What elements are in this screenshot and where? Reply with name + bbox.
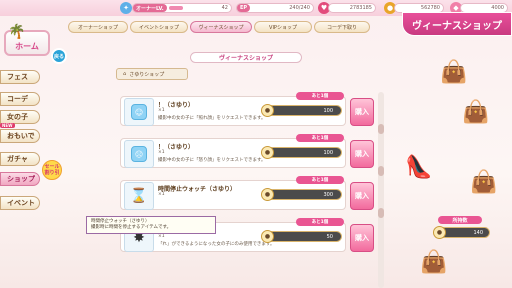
- sidebar-item-event[interactable]: イベント: [0, 196, 40, 210]
- price-value: 100: [323, 149, 333, 156]
- item-name: 時間停止ウォッチ（さゆり）: [158, 186, 237, 193]
- remaining-badge: あと1個: [296, 218, 344, 226]
- owner-level-progress: [169, 6, 183, 10]
- bg-bag-icon: 👜: [462, 100, 490, 125]
- list-item: ⌛ 時間停止ウォッチ（さゆり） ×1 あと1個 ● 300 購入: [116, 176, 394, 214]
- tab-vip-shop[interactable]: VIPショップ: [254, 21, 312, 33]
- currency1-value: 2783185: [349, 5, 372, 11]
- price-value: 50: [326, 233, 333, 240]
- item-price: ● 50: [261, 230, 342, 243]
- currency1-display: 2783185: [328, 3, 376, 13]
- item-tooltip: 時間停止ウォッチ（さゆり） 撮影時に時間を停止するアイテムです。: [86, 216, 216, 234]
- bg-bag-icon: 👜: [420, 250, 448, 275]
- sidebar-item-fes[interactable]: フェス: [0, 70, 40, 84]
- item-quantity: ×1: [158, 108, 165, 113]
- list-item: ☺ ！（さゆり） ×1 撮影中の女の子に「照れ顔」をリクエストできます。 あと1…: [116, 92, 394, 130]
- new-badge: NEW: [0, 123, 15, 128]
- buy-button[interactable]: 購入: [350, 140, 374, 168]
- sale-badge: セール 割り引: [42, 160, 62, 180]
- tab-venus-shop[interactable]: ヴィーナスショップ: [190, 21, 252, 33]
- coin-icon: ●: [261, 104, 274, 117]
- owner-icon: ✦: [120, 2, 132, 14]
- buy-button[interactable]: 購入: [350, 224, 374, 252]
- tooltip-text: 撮影時に時間を停止するアイテムです。: [91, 225, 172, 230]
- sidebar-item-girls[interactable]: 女の子: [0, 110, 40, 124]
- tab-trade-in[interactable]: コーデ下取り: [314, 21, 370, 33]
- remaining-badge: あと1個: [296, 134, 344, 142]
- coin-icon: ●: [261, 146, 274, 159]
- bg-bag-icon: 👜: [440, 60, 468, 85]
- owned-coins-number: 140: [473, 229, 483, 236]
- ep-display: EP 240/240: [236, 3, 314, 13]
- item-description: 撮影中の女の子に「照れ顔」をリクエストできます。: [158, 116, 266, 121]
- owned-coins-value: ● 140: [433, 226, 490, 239]
- blush-face-icon: ☺: [131, 104, 147, 120]
- tab-sayuri-shop[interactable]: ⌂ さゆりショップ: [116, 68, 188, 80]
- owner-level-value: 42: [221, 5, 228, 11]
- price-value: 100: [323, 107, 333, 114]
- coin-icon: ●: [261, 230, 274, 243]
- panel-title: ヴィーナスショップ: [190, 52, 302, 63]
- angry-face-icon: ☹: [131, 146, 147, 162]
- item-description: 「れ」ができるようになった女の子にのみ使用できます。: [158, 242, 275, 247]
- bg-heel-icon: 👠: [405, 155, 433, 180]
- sidebar-item-gacha[interactable]: ガチャ: [0, 152, 40, 166]
- item-quantity: ×1: [158, 150, 165, 155]
- coin-icon: ●: [433, 226, 446, 239]
- price-value: 300: [323, 191, 333, 198]
- item-quantity: ×1: [158, 234, 165, 239]
- sidebar-item-shop[interactable]: ショップ: [0, 172, 40, 186]
- buy-button[interactable]: 購入: [350, 98, 374, 126]
- sidebar-item-coordinate[interactable]: コーデ: [0, 92, 40, 106]
- sidebar-item-memories[interactable]: おもいで: [0, 129, 40, 143]
- item-thumbnail: ☹: [124, 140, 154, 168]
- scroll-handle[interactable]: [378, 208, 384, 218]
- owned-coins-panel: 所持数 ● 140: [428, 216, 492, 242]
- screen-title: ヴィーナスショップ: [402, 12, 512, 36]
- home-label: ホーム: [15, 42, 39, 51]
- ep-label: EP: [237, 4, 251, 12]
- ep-value: 240/240: [289, 5, 310, 11]
- back-button[interactable]: 戻る: [51, 48, 67, 64]
- bg-bag-icon: 👜: [470, 170, 498, 195]
- item-price: ● 100: [261, 146, 342, 159]
- item-description: 撮影中の女の子に「怒り顔」をリクエストできます。: [158, 158, 266, 163]
- list-item: ☹ ！（さゆり） ×1 撮影中の女の子に「怒り顔」をリクエストできます。 あと1…: [116, 134, 394, 172]
- item-quantity: ×1: [158, 192, 165, 197]
- owned-coins-title: 所持数: [438, 216, 482, 224]
- item-thumbnail: ⌛: [124, 182, 154, 210]
- item-list[interactable]: ☺ ！（さゆり） ×1 撮影中の女の子に「照れ顔」をリクエストできます。 あと1…: [116, 86, 394, 288]
- item-thumbnail: ☺: [124, 98, 154, 126]
- item-price: ● 100: [261, 104, 342, 117]
- palm-tree-icon: 🌴: [8, 24, 26, 40]
- shop-tab-label: さゆりショップ: [129, 71, 165, 78]
- tab-owner-shop[interactable]: オーナーショップ: [68, 21, 128, 33]
- remaining-badge: あと1個: [296, 92, 344, 100]
- coin-icon: ●: [261, 188, 274, 201]
- currency2-value: 562780: [420, 5, 440, 11]
- remaining-badge: あと1個: [296, 176, 344, 184]
- scrollbar[interactable]: [378, 92, 384, 288]
- scroll-handle[interactable]: [378, 166, 384, 176]
- item-price: ● 300: [261, 188, 342, 201]
- currency3-value: 4000: [491, 5, 504, 11]
- owner-level-label: オーナーLV.: [133, 4, 167, 12]
- shop-icon: ⌂: [123, 71, 127, 77]
- tab-event-shop[interactable]: イベントショップ: [130, 21, 188, 33]
- owner-level-display: オーナーLV. 42: [132, 3, 232, 13]
- hourglass-icon: ⌛: [130, 188, 148, 204]
- scroll-handle[interactable]: [378, 124, 384, 134]
- buy-button[interactable]: 購入: [350, 182, 374, 210]
